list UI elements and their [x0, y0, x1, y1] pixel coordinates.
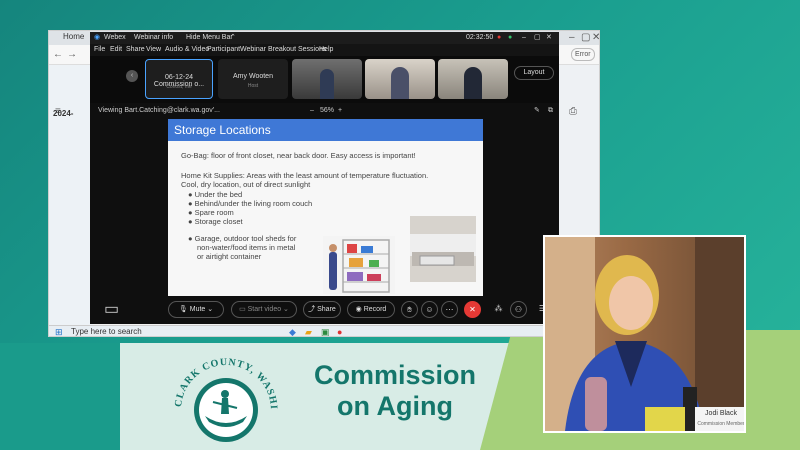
windows-start-icon[interactable]: ⊞ — [55, 325, 63, 336]
slide-bullet: ● Garage, outdoor tool sheds for — [188, 234, 297, 243]
webex-logo-icon: ◉ — [94, 34, 101, 41]
participant-name: Amy Wooten — [233, 73, 273, 80]
webex-window: ◉ Webex Webinar info Hide Menu Bar ⌃ 02:… — [90, 32, 559, 324]
browser-window: Home – ▢ ✕ ← → Error ≡ 2024- ⎙ ⊞ ◆ ▰ ▣ ●… — [48, 30, 600, 337]
participant-tile-host[interactable]: Amy Wooten Host — [218, 59, 288, 99]
taskbar-search[interactable]: Type here to search — [71, 327, 142, 336]
close-icon[interactable]: ✕ — [592, 31, 599, 45]
menu-view[interactable]: View — [146, 44, 161, 56]
slide-bullet: ● Behind/under the living room couch — [188, 199, 313, 208]
recording-indicator-icon: ● — [497, 34, 502, 41]
hide-menu-bar-button[interactable]: Hide Menu Bar — [186, 32, 233, 44]
webex-minimize-icon[interactable]: – — [522, 32, 526, 44]
taskbar-chrome-icon[interactable]: ● — [337, 325, 342, 336]
reactions-icon[interactable]: ☺ — [421, 301, 438, 318]
caption-icon[interactable]: ▭ — [104, 302, 119, 318]
webex-menu-bar: File Edit Share View Audio & Video Parti… — [90, 44, 559, 56]
shared-slide: Storage Locations Go-Bag: floor of front… — [168, 119, 483, 296]
page-heading-fragment: 2024- — [53, 109, 74, 118]
slide-bullet: ● Under the bed — [188, 190, 243, 199]
webex-app-name: Webex — [104, 34, 126, 41]
participants-icon[interactable]: ⚇ — [510, 301, 527, 318]
participant-video-3[interactable] — [438, 59, 508, 99]
menu-file[interactable]: File — [94, 44, 105, 56]
speaker-nameplate: Jodi Black Commission Member — [695, 407, 744, 431]
meeting-clock: 02:32:50 — [466, 34, 494, 41]
profile-button[interactable]: Error — [571, 48, 595, 61]
record-button[interactable]: ◉ Record — [347, 301, 395, 318]
slide-title: Storage Locations — [168, 119, 483, 141]
taskbar-app-icon[interactable]: ◆ — [289, 325, 296, 336]
participant-video-2[interactable] — [365, 59, 435, 99]
minimize-icon[interactable]: – — [569, 31, 575, 45]
more-options-icon[interactable]: ⋯ — [441, 301, 458, 318]
zoom-out-button[interactable]: – — [310, 105, 314, 117]
banner-left-panel — [0, 343, 140, 450]
print-icon[interactable]: ⎙ — [569, 105, 577, 119]
popout-icon[interactable]: ⧉ — [548, 105, 553, 117]
bed-storage-image — [410, 216, 476, 282]
speaker-camera-feed: Jodi Black Commission Member — [543, 235, 746, 433]
menu-webinar[interactable]: Webinar — [240, 44, 266, 56]
taskbar-folder-icon[interactable]: ▰ — [305, 325, 312, 336]
layout-button[interactable]: Layout — [514, 66, 554, 80]
person-silhouette-icon — [320, 69, 334, 99]
menu-breakout-sessions[interactable]: Breakout Sessions — [268, 44, 326, 56]
person-silhouette-icon — [464, 67, 482, 99]
viewing-label: Viewing Bart.Catching@clark.wa.gov'... — [98, 107, 220, 114]
menu-edit[interactable]: Edit — [110, 44, 122, 56]
taskbar-excel-icon[interactable]: ▣ — [321, 325, 330, 336]
back-arrow-icon[interactable]: ← — [53, 48, 63, 62]
slide-garage-line3: or airtight container — [197, 252, 262, 261]
browser-tab-home[interactable]: Home — [63, 32, 84, 41]
person-silhouette-icon — [391, 67, 409, 99]
scroll-left-icon[interactable]: ‹ — [126, 70, 138, 82]
record-icon: ◉ — [355, 306, 362, 313]
menu-audio-video[interactable]: Audio & Video — [165, 44, 209, 56]
commission-title: Commission on Aging — [313, 360, 477, 421]
zoom-in-button[interactable]: + — [338, 105, 342, 117]
webinar-info-button[interactable]: Webinar info — [134, 32, 173, 44]
start-video-button[interactable]: ▭ Start video ⌄ — [231, 301, 297, 318]
share-icon: ⤴ — [308, 306, 316, 313]
raise-hand-icon[interactable]: ✋︎ — [401, 301, 418, 318]
participant-role: Cohost, me — [166, 84, 192, 90]
participant-tile-self[interactable]: 06-12-24 Commission o... Cohost, me — [145, 59, 213, 99]
speaker-video-image — [545, 237, 744, 431]
connection-indicator-icon: ● — [508, 34, 513, 41]
browser-left-area: ≡ 2024- — [49, 65, 93, 325]
storage-shelf-image — [323, 236, 395, 294]
webex-title-bar: ◉ Webex Webinar info Hide Menu Bar ⌃ 02:… — [90, 32, 559, 44]
slide-home-kit-line2: Cool, dry location, out of direct sunlig… — [181, 180, 311, 189]
microphone-icon: 🎙︎ — [178, 306, 188, 313]
webex-maximize-icon[interactable]: ▢ — [534, 32, 541, 44]
slide-bullet: ● Storage closet — [188, 217, 243, 226]
meeting-controls: ▭ 🎙︎ Mute ⌄ ▭ Start video ⌄ ⤴ Share ◉ Re… — [90, 296, 559, 324]
slide-home-kit-line1: Home Kit Supplies: Areas with the least … — [181, 171, 429, 180]
leave-meeting-button[interactable]: ✕ — [464, 301, 481, 318]
slide-bullet: ● Spare room — [188, 208, 234, 217]
webex-close-icon[interactable]: ✕ — [546, 32, 552, 44]
apps-icon[interactable]: ⁂ — [490, 301, 507, 318]
viewing-bar: Viewing Bart.Catching@clark.wa.gov'... –… — [90, 103, 559, 119]
share-button[interactable]: ⤴ Share — [303, 301, 341, 318]
menu-share[interactable]: Share — [126, 44, 145, 56]
slide-garage-line2: non-water/food items in metal — [197, 243, 296, 252]
zoom-level: 56% — [320, 107, 335, 114]
mute-button[interactable]: 🎙︎ Mute ⌄ — [168, 301, 224, 318]
participant-strip: ‹ 06-12-24 Commission o... Cohost, me Am… — [90, 56, 559, 103]
forward-arrow-icon[interactable]: → — [67, 48, 77, 62]
participant-role: Host — [247, 83, 259, 89]
maximize-icon[interactable]: ▢ — [581, 31, 590, 45]
video-camera-icon: ▭ — [239, 306, 246, 313]
participant-video-1[interactable] — [292, 59, 362, 99]
slide-go-bag: Go-Bag: floor of front closet, near back… — [181, 151, 416, 160]
chevron-up-icon[interactable]: ⌃ — [230, 32, 236, 44]
menu-help[interactable]: Help — [319, 44, 333, 56]
clark-county-seal: CLARK COUNTY, WASHINGTON — [165, 350, 278, 442]
annotate-icon[interactable]: ✎ — [534, 105, 540, 117]
menu-participant[interactable]: Participant — [207, 44, 240, 56]
